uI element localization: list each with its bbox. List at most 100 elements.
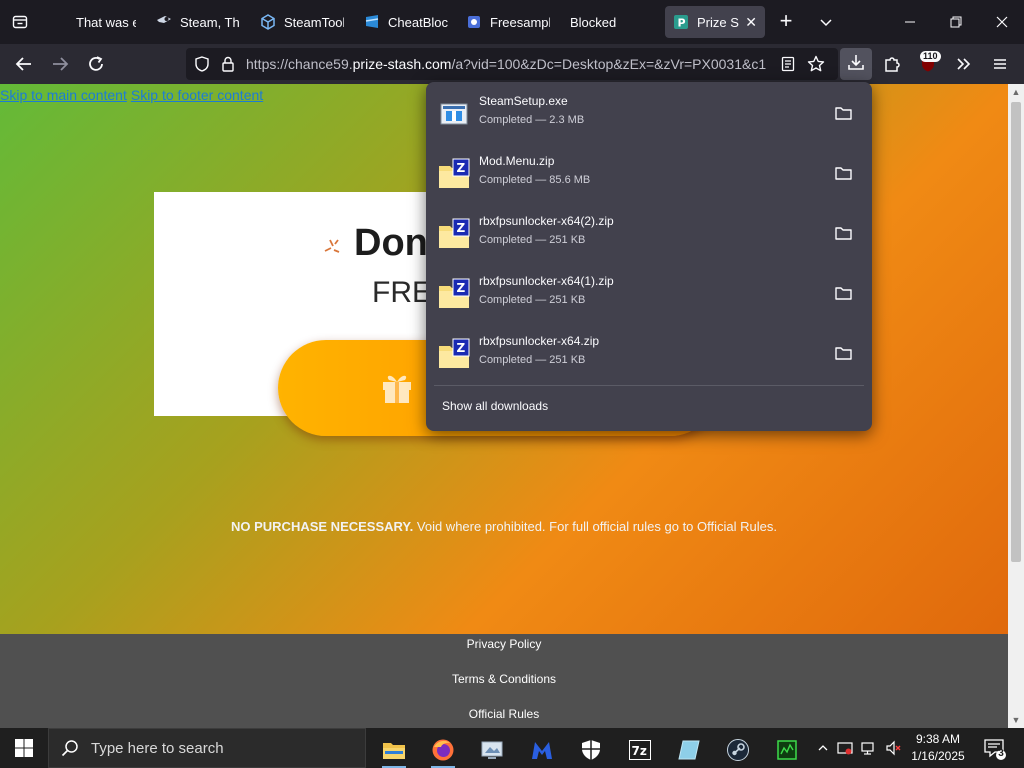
- svg-text:P: P: [678, 17, 686, 30]
- tab-label: Blocked: [570, 14, 617, 30]
- tray-app-icon[interactable]: [836, 738, 854, 758]
- folder-icon[interactable]: [834, 103, 854, 123]
- promo-title: Don: [354, 222, 428, 264]
- zip-icon: Z: [438, 278, 470, 310]
- prize-icon: P: [673, 14, 689, 30]
- scrollbar-thumb[interactable]: [1011, 102, 1021, 562]
- tab-steam[interactable]: Steam, The: [156, 6, 240, 38]
- search-placeholder: Type here to search: [91, 739, 224, 757]
- hamburger-menu-icon[interactable]: [986, 50, 1014, 78]
- search-icon: [61, 739, 79, 757]
- url-domain: prize-stash.com: [352, 56, 452, 72]
- download-status: Completed — 85.6 MB: [479, 174, 591, 186]
- taskbar-search-box[interactable]: Type here to search: [48, 728, 366, 768]
- tab-label: CheatBlock: [388, 14, 448, 30]
- terms-conditions-link[interactable]: Terms & Conditions: [0, 672, 1008, 686]
- sparkle-icon: [322, 236, 342, 261]
- tab-label: Prize Sta: [697, 14, 739, 30]
- scroll-up-arrow-icon[interactable]: ▲: [1008, 84, 1024, 100]
- more-tools-chevron-icon[interactable]: [950, 50, 978, 78]
- lock-icon[interactable]: [218, 54, 238, 74]
- download-item[interactable]: Z rbxfpsunlocker-x64(1).zip Completed — …: [434, 266, 864, 322]
- page-scrollbar[interactable]: ▲ ▼: [1008, 84, 1024, 728]
- tab-strip: That was e Steam, The SteamTools CheatBl…: [0, 0, 1024, 44]
- download-item[interactable]: Z rbxfpsunlocker-x64(2).zip Completed — …: [434, 206, 864, 262]
- file-explorer-icon[interactable]: [372, 732, 416, 768]
- steam-taskbar-icon[interactable]: [716, 732, 760, 768]
- download-item[interactable]: SteamSetup.exe Completed — 2.3 MB: [434, 86, 864, 142]
- tab-freesample[interactable]: Freesample: [466, 6, 550, 38]
- reload-icon[interactable]: [82, 50, 110, 78]
- close-tab-icon[interactable]: ✕: [745, 14, 757, 31]
- cheatblock-icon: [364, 14, 380, 30]
- malwarebytes-icon[interactable]: [520, 732, 564, 768]
- folder-icon[interactable]: [834, 223, 854, 243]
- show-all-downloads-button[interactable]: Show all downloads: [442, 399, 548, 413]
- download-status: Completed — 251 KB: [479, 234, 586, 246]
- clock-date: 1/16/2025: [911, 749, 965, 763]
- close-window-icon[interactable]: [990, 10, 1014, 34]
- reader-view-icon[interactable]: [778, 54, 798, 74]
- folder-icon[interactable]: [834, 283, 854, 303]
- navigation-toolbar: https://chance59.prize-stash.com/a?vid=1…: [0, 44, 1024, 84]
- network-icon[interactable]: [860, 738, 878, 758]
- notification-count: 3: [998, 748, 1004, 759]
- folder-icon[interactable]: [834, 163, 854, 183]
- skip-to-footer-link[interactable]: Skip to footer content: [131, 87, 263, 103]
- restore-icon[interactable]: [944, 10, 968, 34]
- downloads-panel: SteamSetup.exe Completed — 2.3 MB Z Mod.…: [426, 82, 872, 431]
- list-all-tabs-icon[interactable]: [814, 10, 838, 34]
- firefox-icon[interactable]: [421, 732, 465, 768]
- tab-label: Steam, The: [180, 14, 240, 30]
- show-hidden-icons-chevron[interactable]: [814, 738, 832, 758]
- clock-time: 9:38 AM: [915, 732, 961, 746]
- tab-label: That was e: [76, 14, 136, 30]
- official-rules-link[interactable]: Official Rules: [0, 707, 1008, 721]
- extensions-puzzle-icon[interactable]: [878, 50, 906, 78]
- skip-to-main-link[interactable]: Skip to main content: [0, 87, 127, 103]
- page-footer: Privacy Policy Terms & Conditions Offici…: [0, 634, 1008, 728]
- svg-text:Z: Z: [457, 341, 466, 355]
- gift-icon: [380, 370, 414, 404]
- divider: [434, 385, 864, 386]
- download-item[interactable]: Z rbxfpsunlocker-x64.zip Completed — 251…: [434, 326, 864, 382]
- tab-label: SteamTools: [284, 14, 344, 30]
- url-rest: /a?vid=100&zDc=Desktop&zEx=&zVr=PX0031&c…: [451, 56, 767, 72]
- tab-steamtools[interactable]: SteamTools: [260, 6, 344, 38]
- tracking-protection-icon[interactable]: [192, 54, 212, 74]
- forward-icon[interactable]: [46, 50, 74, 78]
- svg-text:7z: 7z: [632, 744, 647, 758]
- disclaimer-bold: NO PURCHASE NECESSARY.: [231, 519, 414, 534]
- new-tab-button[interactable]: +: [774, 10, 798, 34]
- system-clock[interactable]: 9:38 AM 1/16/2025: [898, 731, 978, 765]
- bookmark-star-icon[interactable]: [806, 54, 826, 74]
- tab-that-was[interactable]: That was e: [76, 6, 136, 38]
- scroll-down-arrow-icon[interactable]: ▼: [1008, 712, 1024, 728]
- back-icon[interactable]: [10, 50, 38, 78]
- url-text[interactable]: https://chance59.prize-stash.com/a?vid=1…: [246, 56, 776, 72]
- notes-app-icon[interactable]: [667, 732, 711, 768]
- skip-links: Skip to main content Skip to footer conte…: [0, 87, 267, 103]
- privacy-policy-link[interactable]: Privacy Policy: [0, 637, 1008, 651]
- download-filename: SteamSetup.exe: [479, 94, 568, 108]
- url-bar[interactable]: https://chance59.prize-stash.com/a?vid=1…: [186, 48, 838, 80]
- minimize-icon[interactable]: [898, 10, 922, 34]
- disclaimer-rest: Void where prohibited. For full official…: [413, 519, 777, 534]
- notification-center-icon[interactable]: 3: [982, 736, 1006, 760]
- tab-blocked[interactable]: Blocked: [570, 6, 640, 38]
- windows-security-icon[interactable]: [569, 732, 613, 768]
- cpu-monitor-icon[interactable]: [765, 732, 809, 768]
- download-item[interactable]: Z Mod.Menu.zip Completed — 85.6 MB: [434, 146, 864, 202]
- download-filename: rbxfpsunlocker-x64(1).zip: [479, 274, 614, 288]
- firefox-view-icon[interactable]: [8, 10, 32, 34]
- tab-prize-stash[interactable]: P Prize Sta ✕: [665, 6, 765, 38]
- zip-icon: Z: [438, 338, 470, 370]
- downloads-button[interactable]: [840, 48, 872, 80]
- desktop-app-icon[interactable]: [470, 732, 514, 768]
- zip-icon: Z: [438, 218, 470, 250]
- folder-icon[interactable]: [834, 343, 854, 363]
- disclaimer-text: NO PURCHASE NECESSARY. Void where prohib…: [0, 519, 1008, 534]
- windows-start-icon[interactable]: [0, 728, 48, 768]
- tab-cheatblock[interactable]: CheatBlock: [364, 6, 448, 38]
- 7zip-icon[interactable]: 7z: [618, 732, 662, 768]
